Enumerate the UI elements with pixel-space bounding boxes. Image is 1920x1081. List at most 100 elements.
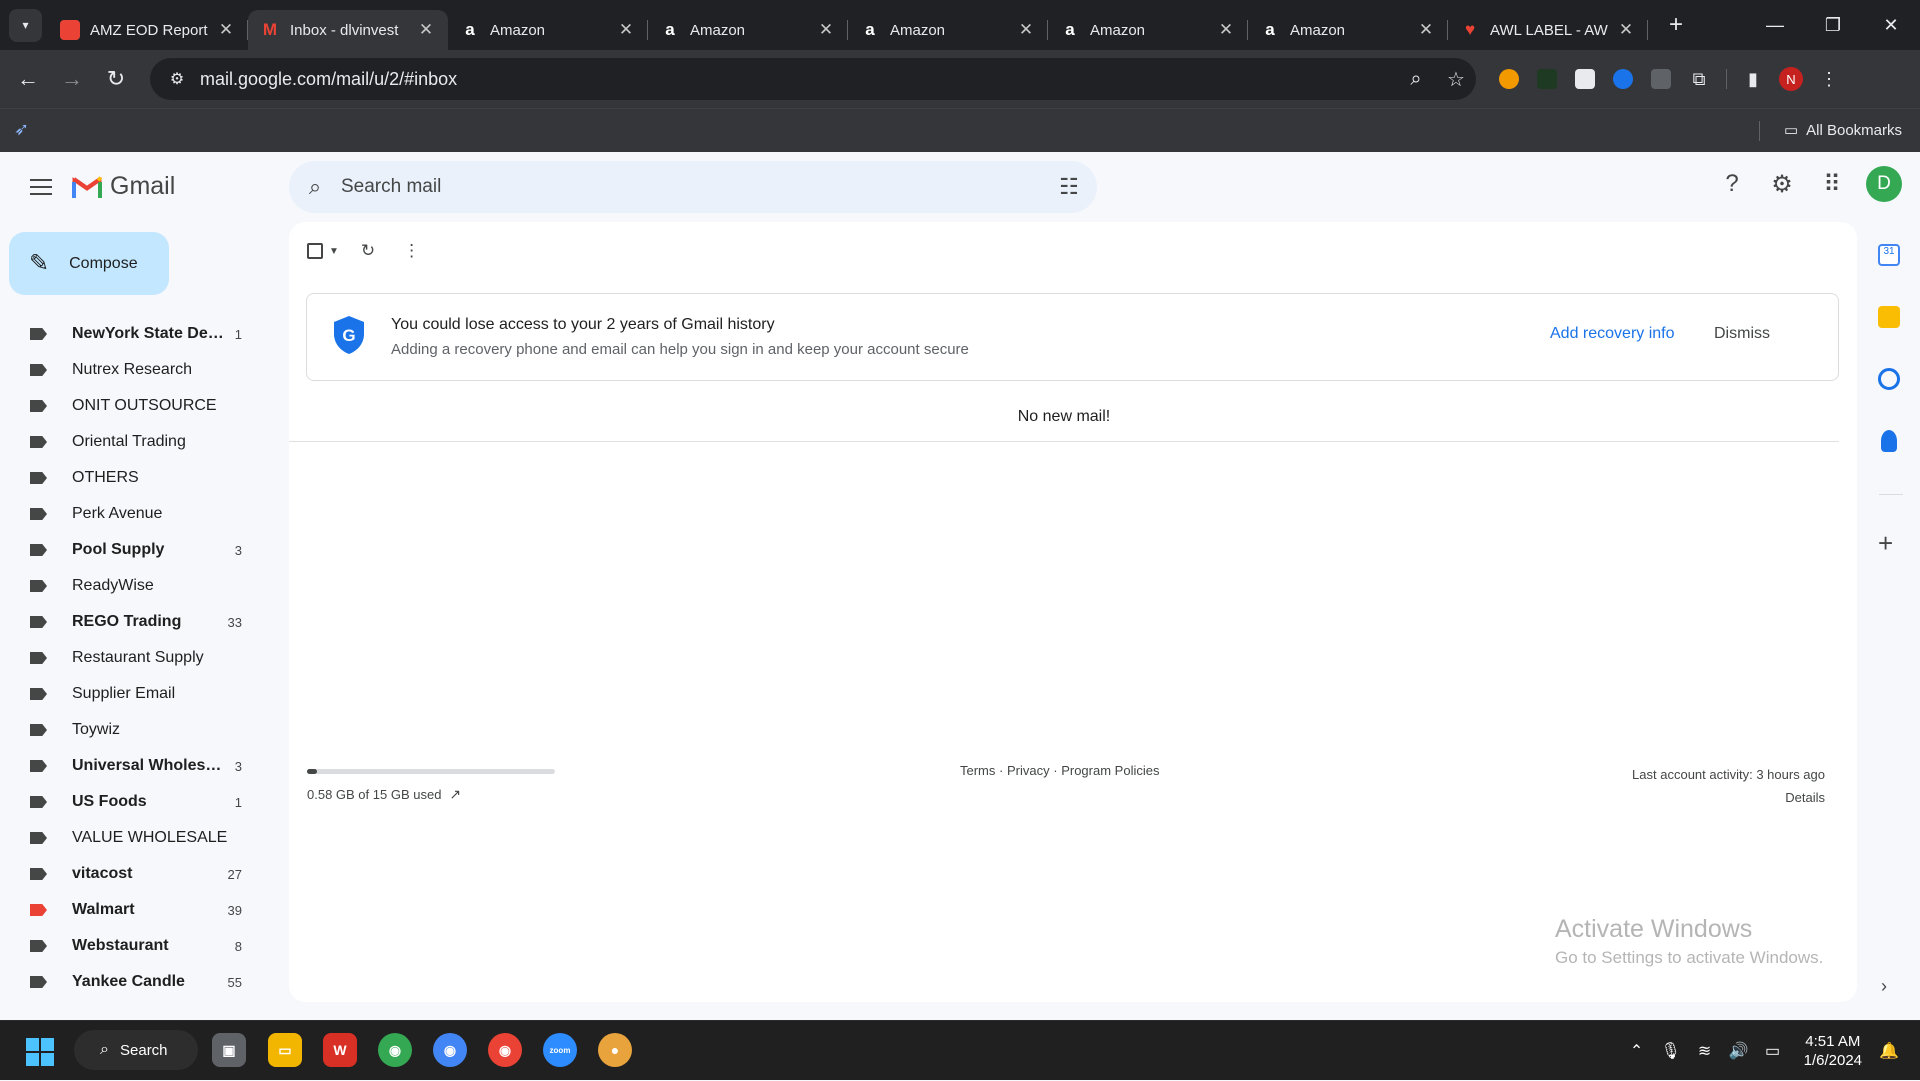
chrome-profile-icon[interactable]: ◉ (433, 1033, 467, 1067)
file-explorer-icon[interactable]: ▭ (268, 1033, 302, 1067)
zoom-icon[interactable]: ⌕ (1396, 68, 1436, 91)
wifi-icon[interactable]: ≋ (1688, 1041, 1722, 1061)
program-policies-link[interactable]: Program Policies (1061, 763, 1159, 778)
select-all-checkbox[interactable]: ▼ (307, 243, 339, 259)
browser-tab[interactable]: a Amazon ✕ (1248, 10, 1448, 50)
task-view-icon[interactable]: ▣ (212, 1033, 246, 1067)
extensions-puzzle-icon[interactable]: ⧉ (1680, 58, 1718, 100)
minimize-button[interactable]: — (1746, 15, 1804, 36)
show-side-panel-icon[interactable]: › (1881, 976, 1887, 997)
browser-tab[interactable]: a Amazon ✕ (1048, 10, 1248, 50)
sidebar-label-item[interactable]: OTHERS (0, 460, 272, 496)
taskbar-search-button[interactable]: ⌕ Search (74, 1030, 198, 1070)
browser-menu-icon[interactable]: ⋮ (1810, 58, 1848, 100)
sidebar-label-item[interactable]: Restaurant Supply (0, 640, 272, 676)
compose-button[interactable]: ✎ Compose (9, 232, 169, 295)
details-link[interactable]: Details (1632, 786, 1825, 809)
profile-button[interactable]: N (1772, 58, 1810, 100)
close-window-button[interactable]: ✕ (1862, 15, 1920, 36)
sidebar-label-item[interactable]: Toywiz (0, 712, 272, 748)
reload-button[interactable]: ↻ (96, 59, 136, 99)
contacts-icon[interactable] (1881, 430, 1897, 452)
settings-gear-icon[interactable]: ⚙ (1760, 162, 1804, 206)
restore-button[interactable]: ❐ (1804, 15, 1862, 36)
close-tab-icon[interactable]: ✕ (1616, 20, 1636, 40)
sidebar-label-item[interactable]: VALUE WHOLESALE (0, 820, 272, 856)
extension-rs-icon[interactable] (1528, 58, 1566, 100)
terms-link[interactable]: Terms (960, 763, 995, 778)
battery-icon[interactable]: ▭ (1756, 1041, 1790, 1061)
calendar-icon[interactable]: 31 (1878, 244, 1900, 266)
refresh-icon[interactable]: ↻ (361, 241, 375, 261)
sidebar-label-item[interactable]: Universal Wholesal... 3 (0, 748, 272, 784)
extension-blue-icon[interactable] (1604, 58, 1642, 100)
add-recovery-info-link[interactable]: Add recovery info (1550, 325, 1675, 343)
more-options-icon[interactable]: ⋮ (403, 241, 420, 261)
search-icon[interactable]: ⌕ (289, 174, 341, 200)
browser-tab[interactable]: a Amazon ✕ (448, 10, 648, 50)
extension-sellerapp-icon[interactable] (1566, 58, 1604, 100)
sidebar-label-item[interactable]: US Foods 1 (0, 784, 272, 820)
all-bookmarks-button[interactable]: ▭ All Bookmarks (1784, 121, 1902, 140)
side-panel-icon[interactable]: ▮ (1734, 58, 1772, 100)
sidebar-label-item[interactable]: Perk Avenue (0, 496, 272, 532)
privacy-link[interactable]: Privacy (1007, 763, 1050, 778)
show-hidden-icons-chevron-icon[interactable]: ⌃ (1620, 1041, 1654, 1061)
sidebar-label-item[interactable]: REGO Trading 33 (0, 604, 272, 640)
forward-button[interactable]: → (52, 59, 92, 99)
open-external-icon[interactable]: ↗ (449, 786, 461, 803)
search-options-icon[interactable]: ☷ (1041, 174, 1097, 200)
browser-tab[interactable]: ♥ AWL LABEL - AW ✕ (1448, 10, 1648, 50)
start-windows-icon[interactable] (26, 1038, 54, 1066)
clock[interactable]: 4:51 AM 1/6/2024 (1804, 1032, 1862, 1070)
browser-tab[interactable]: M Inbox - dlvinvest ✕ (248, 10, 448, 50)
sidebar-label-item[interactable]: Pool Supply 3 (0, 532, 272, 568)
sidebar-label-item[interactable]: Webstaurant 8 (0, 928, 272, 964)
main-menu-icon[interactable] (24, 170, 58, 204)
bookmark-star-icon[interactable]: ☆ (1436, 67, 1476, 92)
sidebar-label-item[interactable]: NewYork State Dep... 1 (0, 316, 272, 352)
close-tab-icon[interactable]: ✕ (816, 20, 836, 40)
close-tab-icon[interactable]: ✕ (216, 20, 236, 40)
sidebar-label-item[interactable]: Yankee Candle 55 (0, 964, 272, 1000)
microphone-icon[interactable]: 🎙 (1654, 1041, 1688, 1061)
chrome-icon[interactable]: ◉ (378, 1033, 412, 1067)
sidebar-label-item[interactable]: ReadyWise (0, 568, 272, 604)
volume-icon[interactable]: 🔊 (1722, 1041, 1756, 1061)
search-bar[interactable]: ⌕ Search mail ☷ (289, 161, 1097, 213)
sidebar-label-item[interactable]: Nutrex Research (0, 352, 272, 388)
sidebar-label-item[interactable]: Walmart 39 (0, 892, 272, 928)
close-tab-icon[interactable]: ✕ (616, 20, 636, 40)
tab-search-button[interactable]: ▾ (9, 8, 42, 42)
browser-tab[interactable]: a Amazon ✕ (848, 10, 1048, 50)
zoom-app-icon[interactable]: zoom (543, 1033, 577, 1067)
close-tab-icon[interactable]: ✕ (1016, 20, 1036, 40)
notification-bell-icon[interactable]: 🔔 (1872, 1041, 1906, 1061)
account-avatar[interactable]: D (1866, 166, 1902, 202)
bookmark-app-icon[interactable]: ➶ (14, 119, 29, 140)
sidebar-label-item[interactable]: ONIT OUTSOURCE (0, 388, 272, 424)
sidebar-label-item[interactable]: vitacost 27 (0, 856, 272, 892)
site-info-icon[interactable]: ⚙ (162, 69, 192, 89)
new-tab-button[interactable]: + (1662, 11, 1690, 39)
sidebar-label-item[interactable]: Oriental Trading (0, 424, 272, 460)
keep-icon[interactable] (1878, 306, 1900, 328)
sidebar-label-item[interactable]: Supplier Email (0, 676, 272, 712)
close-tab-icon[interactable]: ✕ (1216, 20, 1236, 40)
google-apps-icon[interactable]: ⠿ (1810, 162, 1854, 206)
back-button[interactable]: ← (8, 59, 48, 99)
close-tab-icon[interactable]: ✕ (416, 20, 436, 40)
close-tab-icon[interactable]: ✕ (1416, 20, 1436, 40)
chrome-active-icon[interactable]: ◉ (488, 1033, 522, 1067)
extension-off-icon[interactable] (1642, 58, 1680, 100)
game-app-icon[interactable]: ● (598, 1033, 632, 1067)
browser-tab[interactable]: AMZ EOD Report ✕ (48, 10, 248, 50)
extension-orange-icon[interactable] (1490, 58, 1528, 100)
url-text[interactable]: mail.google.com/mail/u/2/#inbox (200, 69, 1396, 90)
gmail-logo[interactable]: Gmail (72, 172, 175, 201)
help-icon[interactable]: ? (1710, 162, 1754, 206)
address-bar[interactable]: ⚙ mail.google.com/mail/u/2/#inbox ⌕ ☆ (150, 58, 1476, 100)
get-addons-icon[interactable]: + (1878, 528, 1893, 559)
wps-office-icon[interactable]: W (323, 1033, 357, 1067)
dismiss-button[interactable]: Dismiss (1714, 325, 1770, 343)
